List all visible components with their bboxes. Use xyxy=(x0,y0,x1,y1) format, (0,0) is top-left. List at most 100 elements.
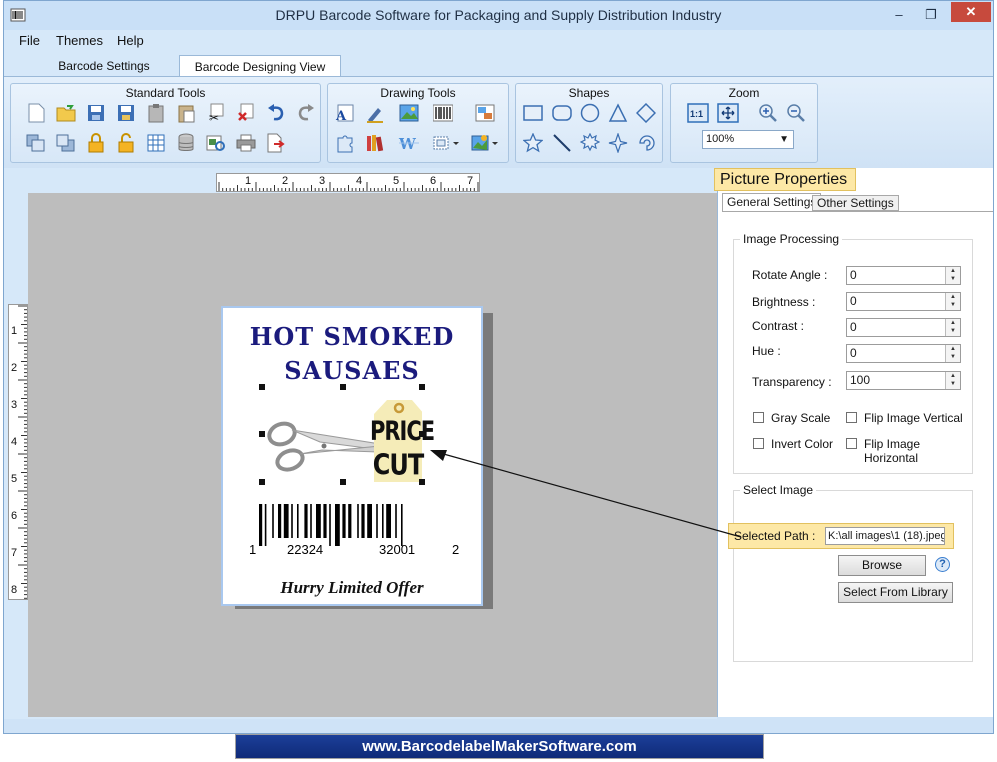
ruler-mark: 2 xyxy=(11,362,18,374)
print-icon[interactable] xyxy=(235,132,257,154)
lock-icon[interactable] xyxy=(85,132,107,154)
flip-horizontal-checkbox[interactable] xyxy=(846,438,857,449)
resize-handle[interactable] xyxy=(259,479,265,485)
ruler-mark: 4 xyxy=(356,175,363,187)
spinner-arrows-icon[interactable]: ▲ ▼ xyxy=(945,372,960,389)
browse-button[interactable]: Browse xyxy=(838,555,926,576)
brightness-spinner[interactable]: 0 ▲ ▼ xyxy=(846,292,961,311)
transparency-spinner[interactable]: 100 ▲ ▼ xyxy=(846,371,961,390)
export-icon[interactable] xyxy=(265,132,287,154)
puzzle-shape-icon[interactable] xyxy=(334,132,356,154)
line-shape-icon[interactable] xyxy=(551,132,573,154)
tab-barcode-designing-view[interactable]: Barcode Designing View xyxy=(179,55,341,77)
resize-handle[interactable] xyxy=(419,431,425,437)
contrast-spinner[interactable]: 0 ▲ ▼ xyxy=(846,318,961,337)
ruler-mark: 8 xyxy=(11,584,18,596)
pen-tool-icon[interactable] xyxy=(364,102,386,124)
new-file-icon[interactable] xyxy=(25,102,47,124)
rounded-rectangle-shape-icon[interactable] xyxy=(551,102,573,124)
arc-shape-icon[interactable] xyxy=(635,132,657,154)
text-tool-icon[interactable]: A xyxy=(334,102,356,124)
minimize-button[interactable]: – xyxy=(885,4,913,26)
selected-path-field[interactable]: K:\all images\1 (18).jpeg xyxy=(825,527,945,545)
menu-themes[interactable]: Themes xyxy=(56,33,103,48)
ruler-mark: 6 xyxy=(430,175,437,187)
gray-scale-checkbox[interactable] xyxy=(753,412,764,423)
resize-handle[interactable] xyxy=(419,479,425,485)
paste-icon[interactable] xyxy=(175,102,197,124)
bring-front-icon[interactable] xyxy=(25,132,47,154)
send-back-icon[interactable] xyxy=(55,132,77,154)
diamond-shape-icon[interactable] xyxy=(635,102,657,124)
shape-dropdown-icon[interactable] xyxy=(432,132,462,154)
resize-handle[interactable] xyxy=(259,431,265,437)
image-gallery-icon[interactable] xyxy=(474,102,496,124)
database-icon[interactable] xyxy=(175,132,197,154)
rectangle-shape-icon[interactable] xyxy=(522,102,544,124)
grid-icon[interactable] xyxy=(145,132,167,154)
picture-tool-icon[interactable] xyxy=(398,102,420,124)
website-banner[interactable]: www.BarcodelabelMakerSoftware.com xyxy=(235,734,764,759)
label-design[interactable]: HOT SMOKED SAUSAES PRICE CUT 1 22324 320… xyxy=(221,306,483,606)
burst-shape-icon[interactable] xyxy=(579,132,601,154)
close-button[interactable]: ✕ xyxy=(951,2,991,22)
undo-icon[interactable] xyxy=(265,102,287,124)
rotate-angle-spinner[interactable]: 0 ▲ ▼ xyxy=(846,266,961,285)
unlock-icon[interactable] xyxy=(115,132,137,154)
resize-handle[interactable] xyxy=(340,384,346,390)
label-title-line2[interactable]: SAUSAES xyxy=(223,356,481,385)
label-title-line1[interactable]: HOT SMOKED xyxy=(223,322,481,351)
spinner-arrows-icon[interactable]: ▲ ▼ xyxy=(945,319,960,336)
tab-barcode-settings[interactable]: Barcode Settings xyxy=(48,55,160,77)
clipboard-icon[interactable] xyxy=(145,102,167,124)
watermark-icon[interactable]: W xyxy=(398,132,420,154)
spinner-arrows-icon[interactable]: ▲ ▼ xyxy=(945,267,960,284)
barcode-tool-icon[interactable] xyxy=(432,102,454,124)
library-books-icon[interactable] xyxy=(364,132,386,154)
cut-icon[interactable]: ✂ xyxy=(205,102,227,124)
resize-handle[interactable] xyxy=(419,384,425,390)
zoom-in-icon[interactable] xyxy=(757,102,779,124)
fit-to-window-icon[interactable] xyxy=(717,102,739,124)
selected-picture[interactable]: PRICE CUT xyxy=(262,386,435,486)
flip-vertical-checkbox[interactable] xyxy=(846,412,857,423)
select-from-library-button[interactable]: Select From Library xyxy=(838,582,953,603)
four-point-star-shape-icon[interactable] xyxy=(607,132,629,154)
menu-file[interactable]: File xyxy=(19,33,40,48)
delete-icon[interactable] xyxy=(235,102,257,124)
barcode-image[interactable] xyxy=(259,504,445,546)
help-icon[interactable]: ? xyxy=(935,557,950,572)
panel-title: Picture Properties xyxy=(714,168,856,191)
ellipse-shape-icon[interactable] xyxy=(579,102,601,124)
print-preview-icon[interactable] xyxy=(205,132,227,154)
image-processing-legend: Image Processing xyxy=(740,232,843,246)
brightness-label: Brightness : xyxy=(752,295,816,309)
open-folder-icon[interactable] xyxy=(55,102,77,124)
spinner-arrows-icon[interactable]: ▲ ▼ xyxy=(945,293,960,310)
invert-color-checkbox[interactable] xyxy=(753,438,764,449)
svg-text:1:1: 1:1 xyxy=(690,109,703,119)
label-offer-text[interactable]: Hurry Limited Offer xyxy=(223,578,481,598)
vertical-ruler: 1 2 3 4 5 6 7 8 xyxy=(8,304,28,600)
hue-spinner[interactable]: 0 ▲ ▼ xyxy=(846,344,961,363)
restore-button[interactable]: ❐ xyxy=(917,4,945,26)
tab-other-settings[interactable]: Other Settings xyxy=(812,195,899,211)
zoom-level-select[interactable]: 100% ▼ xyxy=(702,130,794,149)
tab-general-settings[interactable]: General Settings xyxy=(722,193,822,212)
actual-size-icon[interactable]: 1:1 xyxy=(687,102,709,124)
contrast-value: 0 xyxy=(850,320,857,334)
spinner-arrows-icon[interactable]: ▲ ▼ xyxy=(945,345,960,362)
menu-help[interactable]: Help xyxy=(117,33,144,48)
save-icon[interactable] xyxy=(85,102,107,124)
save-as-icon[interactable] xyxy=(115,102,137,124)
barcode-digit-right: 2 xyxy=(452,542,460,557)
application-window: DRPU Barcode Software for Packaging and … xyxy=(3,0,994,734)
redo-icon[interactable] xyxy=(295,102,317,124)
star-shape-icon[interactable] xyxy=(522,132,544,154)
resize-handle[interactable] xyxy=(259,384,265,390)
chevron-down-icon: ▼ xyxy=(779,134,789,145)
image-dropdown-icon[interactable] xyxy=(470,132,500,154)
resize-handle[interactable] xyxy=(340,479,346,485)
triangle-shape-icon[interactable] xyxy=(607,102,629,124)
zoom-out-icon[interactable] xyxy=(785,102,807,124)
